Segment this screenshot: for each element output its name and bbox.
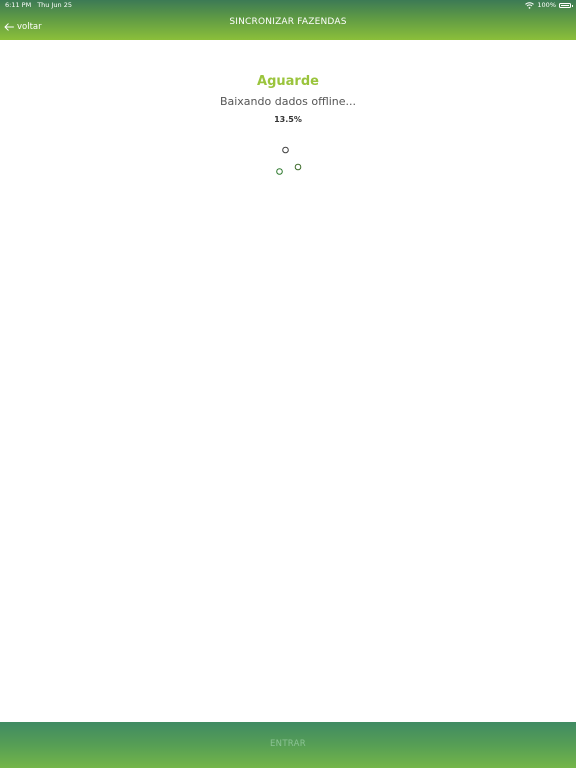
status-date: Thu Jun 25 [37,1,72,9]
spinner-dot [276,168,283,175]
enter-button-label: ENTRAR [269,739,306,749]
enter-button[interactable]: ENTRAR [0,722,576,768]
spinner-dot [282,146,289,154]
status-left: 6:11 PM Thu Jun 25 [5,0,72,11]
status-time: 6:11 PM [5,1,32,9]
spinner-dot [294,163,302,171]
status-right: 100% [525,0,573,11]
loading-message: Baixando dados offline... [219,95,357,108]
navigation-header: 6:11 PM Thu Jun 25 100% voltar SINCRONIZ… [0,0,576,40]
status-bar: 6:11 PM Thu Jun 25 100% [0,0,576,11]
sync-farms-screen: 6:11 PM Thu Jun 25 100% voltar SINCRONIZ… [0,0,576,768]
battery-icon [559,3,573,8]
progress-percent: 13.5% [274,115,302,124]
loading-content: Aguarde Baixando dados offline... 13.5% [0,40,576,722]
battery-percent: 100% [537,1,556,9]
wait-title: Aguarde [257,74,319,89]
wifi-icon [525,2,535,9]
page-title: SINCRONIZAR FAZENDAS [229,17,347,27]
loading-spinner-icon [270,144,306,180]
